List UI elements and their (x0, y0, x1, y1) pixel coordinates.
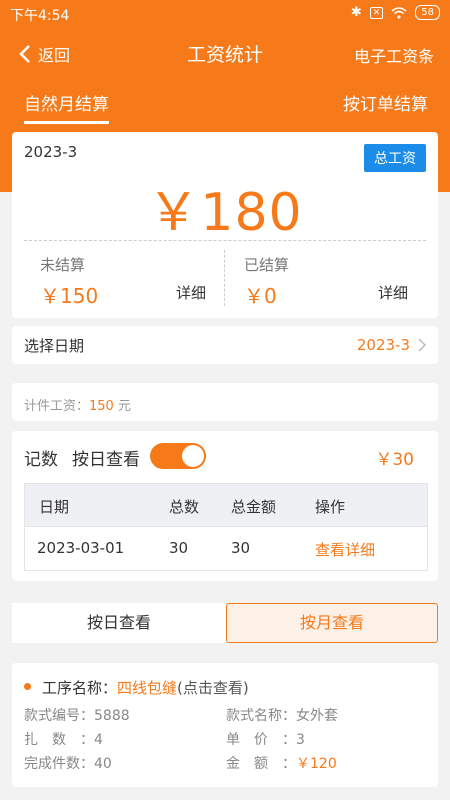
cell-date: 2023-03-01 (37, 539, 125, 557)
divider (24, 240, 426, 241)
total-salary-badge[interactable]: 总工资 (364, 144, 426, 172)
salary-summary-card: 2023-3 总工资 ￥180 未结算 ￥150 详细 已结算 ￥0 详细 (12, 132, 438, 318)
settled-label: 已结算 (244, 256, 290, 274)
total-amount: ￥180 (147, 183, 303, 243)
bundle-value: 4 (94, 732, 103, 748)
header-date: 日期 (39, 498, 70, 516)
toggle-knob (182, 445, 204, 467)
process-name[interactable]: 工序名称：四线包缝(点击查看) (42, 677, 249, 698)
count-table: 日期 总数 总金额 操作 2023-03-01 30 30 查看详细 (24, 483, 428, 571)
e-payslip-button[interactable]: 电子工资条 (354, 43, 434, 67)
piece-wage-label: 计件工资： (24, 399, 90, 414)
battery-icon: 58 (415, 5, 440, 20)
bluetooth-icon: ✱ (350, 5, 362, 20)
tab-by-order[interactable]: 按订单结算 (343, 90, 428, 115)
date-select-value: 2023-3 (356, 336, 410, 354)
date-select-value-wrap: 2023-3 (357, 336, 426, 354)
count-amount: ￥30 (375, 450, 414, 470)
bullet-dot (24, 683, 31, 690)
date-select-label: 选择日期 (24, 337, 85, 355)
nav-bar: 返回 工资统计 电子工资条 (0, 36, 450, 72)
style-no-field: 款式编号：5888 (24, 705, 130, 725)
view-by-day-label: 按日查看 (72, 450, 140, 470)
wifi-icon (391, 6, 407, 18)
status-time: 下午4:54 (10, 8, 70, 24)
completed-label: 完成件数： (24, 756, 94, 772)
unsettled-detail-link[interactable]: 详细 (176, 282, 206, 303)
header-total-amount: 总金额 (231, 498, 277, 516)
settled-amount: ￥0 (244, 284, 277, 308)
piece-wage-row: 计件工资：150 元 (12, 383, 438, 421)
cell-total-amount: 30 (231, 539, 251, 557)
unit-price-value: 3 (296, 732, 305, 748)
table-header: 日期 总数 总金额 操作 (25, 484, 427, 526)
cell-total: 30 (169, 539, 189, 557)
piece-wage-value: 150 (89, 399, 114, 414)
amount-field: 金 额 ：￥120 (226, 753, 337, 773)
style-no-value: 5888 (94, 708, 130, 724)
piece-wage-text: 计件工资：150 元 (24, 395, 131, 414)
tab-natural-month[interactable]: 自然月结算 (24, 90, 109, 124)
process-card[interactable]: 工序名称：四线包缝(点击查看) 款式编号：5888 款式名称：女外套 扎 数 ：… (12, 663, 438, 787)
style-name-field: 款式名称：女外套 (226, 705, 338, 725)
unsettled-label: 未结算 (40, 256, 86, 274)
unit-price-field: 单 价 ：3 (226, 729, 305, 749)
table-row: 2023-03-01 30 30 查看详细 (25, 526, 427, 570)
bundle-field: 扎 数 ：4 (24, 729, 103, 749)
style-name-label: 款式名称： (226, 708, 296, 724)
status-icons: ✱ ✕ 58 (351, 5, 440, 20)
view-detail-link[interactable]: 查看详细 (315, 539, 375, 560)
completed-value: 40 (94, 756, 112, 772)
view-by-day-toggle[interactable] (150, 443, 206, 469)
count-title: 记数 (24, 450, 58, 470)
completed-field: 完成件数：40 (24, 753, 112, 773)
process-name-label: 工序名称： (42, 679, 118, 697)
status-bar: 下午4:54 ✱ ✕ 58 (0, 0, 450, 28)
amount-value: ￥120 (296, 756, 337, 772)
header-action: 操作 (315, 498, 346, 516)
unit-price-label: 单 价 ： (226, 732, 296, 748)
style-no-label: 款式编号： (24, 708, 94, 724)
summary-month: 2023-3 (24, 143, 78, 161)
settled-detail-link[interactable]: 详细 (378, 282, 408, 303)
count-card: 记数 按日查看 ￥30 日期 总数 总金额 操作 2023-03-01 30 3… (12, 431, 438, 581)
piece-wage-unit: 元 (113, 399, 131, 414)
segment-by-day[interactable]: 按日查看 (12, 603, 226, 643)
amount-label: 金 额 ： (226, 756, 296, 772)
view-mode-segment: 按日查看 按月查看 (12, 603, 438, 643)
unsettled-amount: ￥150 (40, 284, 99, 308)
style-name-value: 女外套 (296, 708, 338, 724)
chevron-right-icon (418, 338, 426, 352)
sim-icon: ✕ (369, 6, 384, 19)
divider-vertical (224, 250, 225, 306)
process-name-value: 四线包缝 (117, 679, 178, 697)
header-total: 总数 (169, 498, 200, 516)
process-name-hint: (点击查看) (177, 679, 249, 697)
segment-by-month[interactable]: 按月查看 (226, 603, 438, 643)
date-select-row[interactable]: 选择日期 2023-3 (12, 326, 438, 364)
bundle-label: 扎 数 ： (24, 732, 94, 748)
